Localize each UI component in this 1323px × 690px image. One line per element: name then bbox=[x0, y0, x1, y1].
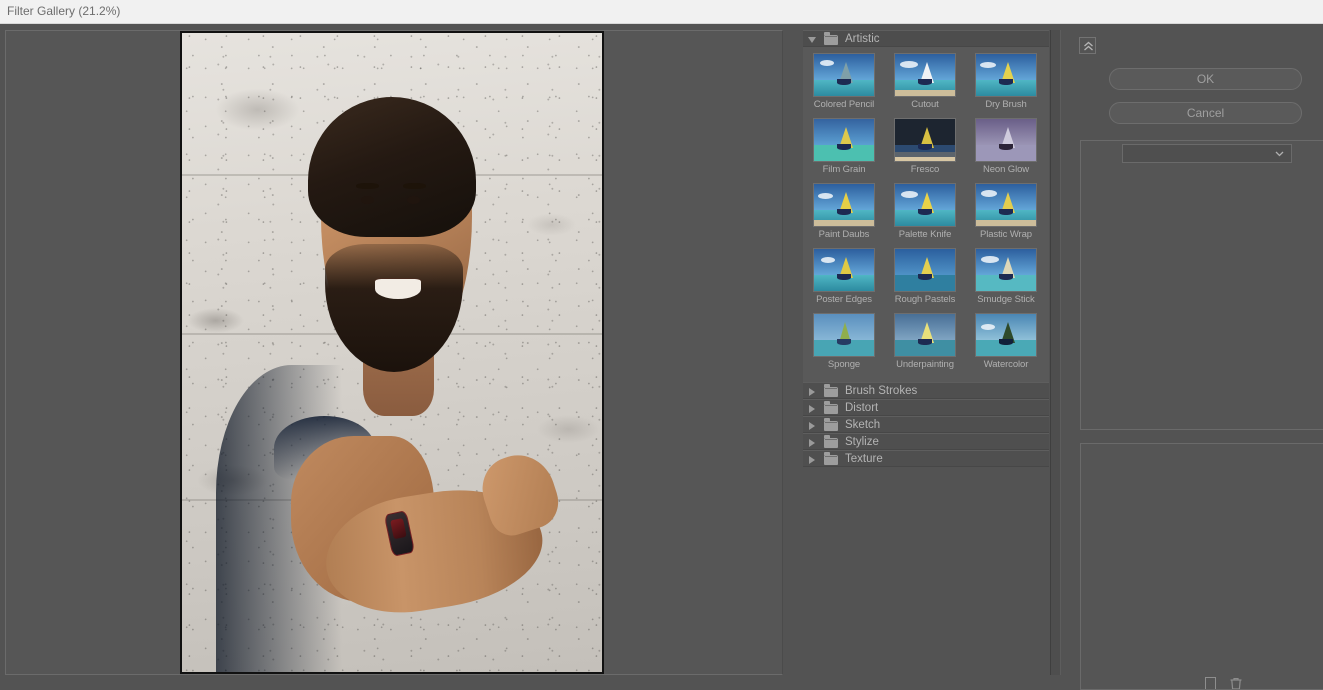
subject-hair bbox=[308, 96, 476, 238]
chevron-right-icon bbox=[809, 405, 815, 413]
category-header-brush-strokes[interactable]: Brush Strokes bbox=[803, 382, 1049, 399]
filter-item-watercolor[interactable]: Watercolor bbox=[975, 313, 1037, 370]
filter-thumbnail bbox=[894, 53, 956, 97]
page-title: Filter Gallery (21.2%) bbox=[7, 4, 121, 18]
filter-item-colored-pencil[interactable]: Colored Pencil bbox=[813, 53, 875, 110]
subject-eyebrow-left bbox=[356, 182, 380, 189]
subject-eyebrow-right bbox=[402, 182, 426, 189]
filter-thumbnail bbox=[975, 53, 1037, 97]
folder-icon bbox=[824, 401, 838, 414]
filter-thumbnail bbox=[975, 118, 1037, 162]
filter-thumbnail bbox=[894, 313, 956, 357]
dialog-body: Artistic Colored Pencil Cutout Dry Brush… bbox=[0, 24, 1323, 690]
thumbnail-row: Poster Edges Rough Pastels Smudge Stick bbox=[803, 248, 1049, 313]
thumbnail-row: Sponge Underpainting Watercolor bbox=[803, 313, 1049, 378]
preview-image[interactable] bbox=[180, 31, 604, 674]
filter-thumbnail bbox=[813, 313, 875, 357]
folder-icon bbox=[824, 418, 838, 431]
filter-thumbnail bbox=[975, 313, 1037, 357]
filter-label: Colored Pencil bbox=[813, 99, 875, 110]
filter-label: Paint Daubs bbox=[818, 229, 870, 240]
category-label: Texture bbox=[845, 453, 883, 465]
chevron-down-icon bbox=[1275, 151, 1284, 157]
chevron-right-icon bbox=[809, 422, 815, 430]
filter-select-dropdown[interactable] bbox=[1122, 144, 1292, 163]
effect-layers-area bbox=[1080, 443, 1323, 690]
filter-thumbnail bbox=[813, 118, 875, 162]
category-label: Distort bbox=[845, 402, 879, 414]
photo-subject bbox=[182, 33, 602, 672]
filter-label: Palette Knife bbox=[898, 229, 952, 240]
category-label: Sketch bbox=[845, 419, 881, 431]
filter-thumbnail bbox=[894, 248, 956, 292]
category-header-stylize[interactable]: Stylize bbox=[803, 433, 1049, 450]
folder-icon bbox=[824, 452, 838, 465]
filter-item-film-grain[interactable]: Film Grain bbox=[813, 118, 875, 175]
filter-item-underpainting[interactable]: Underpainting bbox=[894, 313, 956, 370]
double-chevron-up-icon bbox=[1084, 41, 1093, 51]
category-header-distort[interactable]: Distort bbox=[803, 399, 1049, 416]
filter-panel-scrollbar[interactable] bbox=[1050, 30, 1061, 675]
settings-panel: OK Cancel bbox=[1062, 30, 1323, 690]
filter-label: Neon Glow bbox=[982, 164, 1030, 175]
filter-thumbnail bbox=[813, 53, 875, 97]
filter-item-dry-brush[interactable]: Dry Brush bbox=[975, 53, 1037, 110]
category-label: Artistic bbox=[845, 33, 880, 45]
filter-label: Plastic Wrap bbox=[980, 229, 1032, 240]
filter-item-plastic-wrap[interactable]: Plastic Wrap bbox=[975, 183, 1037, 240]
filter-item-sponge[interactable]: Sponge bbox=[813, 313, 875, 370]
filter-label: Film Grain bbox=[822, 164, 866, 175]
filter-label: Rough Pastels bbox=[894, 294, 956, 305]
filter-label: Underpainting bbox=[896, 359, 954, 370]
filter-category-list[interactable]: Artistic Colored Pencil Cutout Dry Brush… bbox=[803, 30, 1049, 675]
filter-item-cutout[interactable]: Cutout bbox=[894, 53, 956, 110]
folder-icon bbox=[824, 32, 838, 45]
filter-label: Watercolor bbox=[983, 359, 1029, 370]
subject-beard bbox=[324, 243, 464, 372]
thumbnail-row: Film Grain Fresco Neon Glow bbox=[803, 118, 1049, 183]
thumbnail-row: Paint Daubs Palette Knife Plastic Wrap bbox=[803, 183, 1049, 248]
chevron-right-icon bbox=[809, 439, 815, 447]
chevron-right-icon bbox=[809, 388, 815, 396]
category-label: Stylize bbox=[845, 436, 879, 448]
filter-item-poster-edges[interactable]: Poster Edges bbox=[813, 248, 875, 305]
filter-item-paint-daubs[interactable]: Paint Daubs bbox=[813, 183, 875, 240]
ok-button[interactable]: OK bbox=[1109, 68, 1302, 90]
filter-settings-area bbox=[1080, 140, 1323, 430]
category-label: Brush Strokes bbox=[845, 385, 918, 397]
category-header-sketch[interactable]: Sketch bbox=[803, 416, 1049, 433]
preview-canvas[interactable] bbox=[5, 30, 783, 675]
filter-label: Smudge Stick bbox=[977, 294, 1035, 305]
filter-label: Dry Brush bbox=[985, 99, 1027, 110]
filter-label: Cutout bbox=[911, 99, 939, 110]
filter-item-fresco[interactable]: Fresco bbox=[894, 118, 956, 175]
chevron-down-icon bbox=[808, 37, 816, 43]
thumbnail-row: Colored Pencil Cutout Dry Brush bbox=[803, 53, 1049, 118]
filter-item-neon-glow[interactable]: Neon Glow bbox=[975, 118, 1037, 175]
collapse-panel-button[interactable] bbox=[1079, 37, 1096, 54]
filter-item-smudge-stick[interactable]: Smudge Stick bbox=[975, 248, 1037, 305]
category-header-artistic[interactable]: Artistic bbox=[803, 30, 1049, 47]
category-header-texture[interactable]: Texture bbox=[803, 450, 1049, 467]
cancel-button[interactable]: Cancel bbox=[1109, 102, 1302, 124]
filter-thumbnail bbox=[813, 248, 875, 292]
filter-label: Fresco bbox=[910, 164, 940, 175]
folder-icon bbox=[824, 435, 838, 448]
filter-label: Poster Edges bbox=[816, 294, 872, 305]
filter-thumbnail bbox=[894, 183, 956, 227]
chevron-right-icon bbox=[809, 456, 815, 464]
folder-icon bbox=[824, 384, 838, 397]
filter-thumbnail bbox=[975, 248, 1037, 292]
filter-thumbnail bbox=[813, 183, 875, 227]
title-bar: Filter Gallery (21.2%) bbox=[0, 0, 1323, 24]
filter-item-rough-pastels[interactable]: Rough Pastels bbox=[894, 248, 956, 305]
filter-thumbnail bbox=[975, 183, 1037, 227]
filter-item-palette-knife[interactable]: Palette Knife bbox=[894, 183, 956, 240]
filter-thumbnail-grid: Colored Pencil Cutout Dry Brush Film Gra… bbox=[803, 47, 1049, 382]
tracker-display bbox=[389, 517, 407, 540]
filter-thumbnail bbox=[894, 118, 956, 162]
filter-label: Sponge bbox=[827, 359, 861, 370]
